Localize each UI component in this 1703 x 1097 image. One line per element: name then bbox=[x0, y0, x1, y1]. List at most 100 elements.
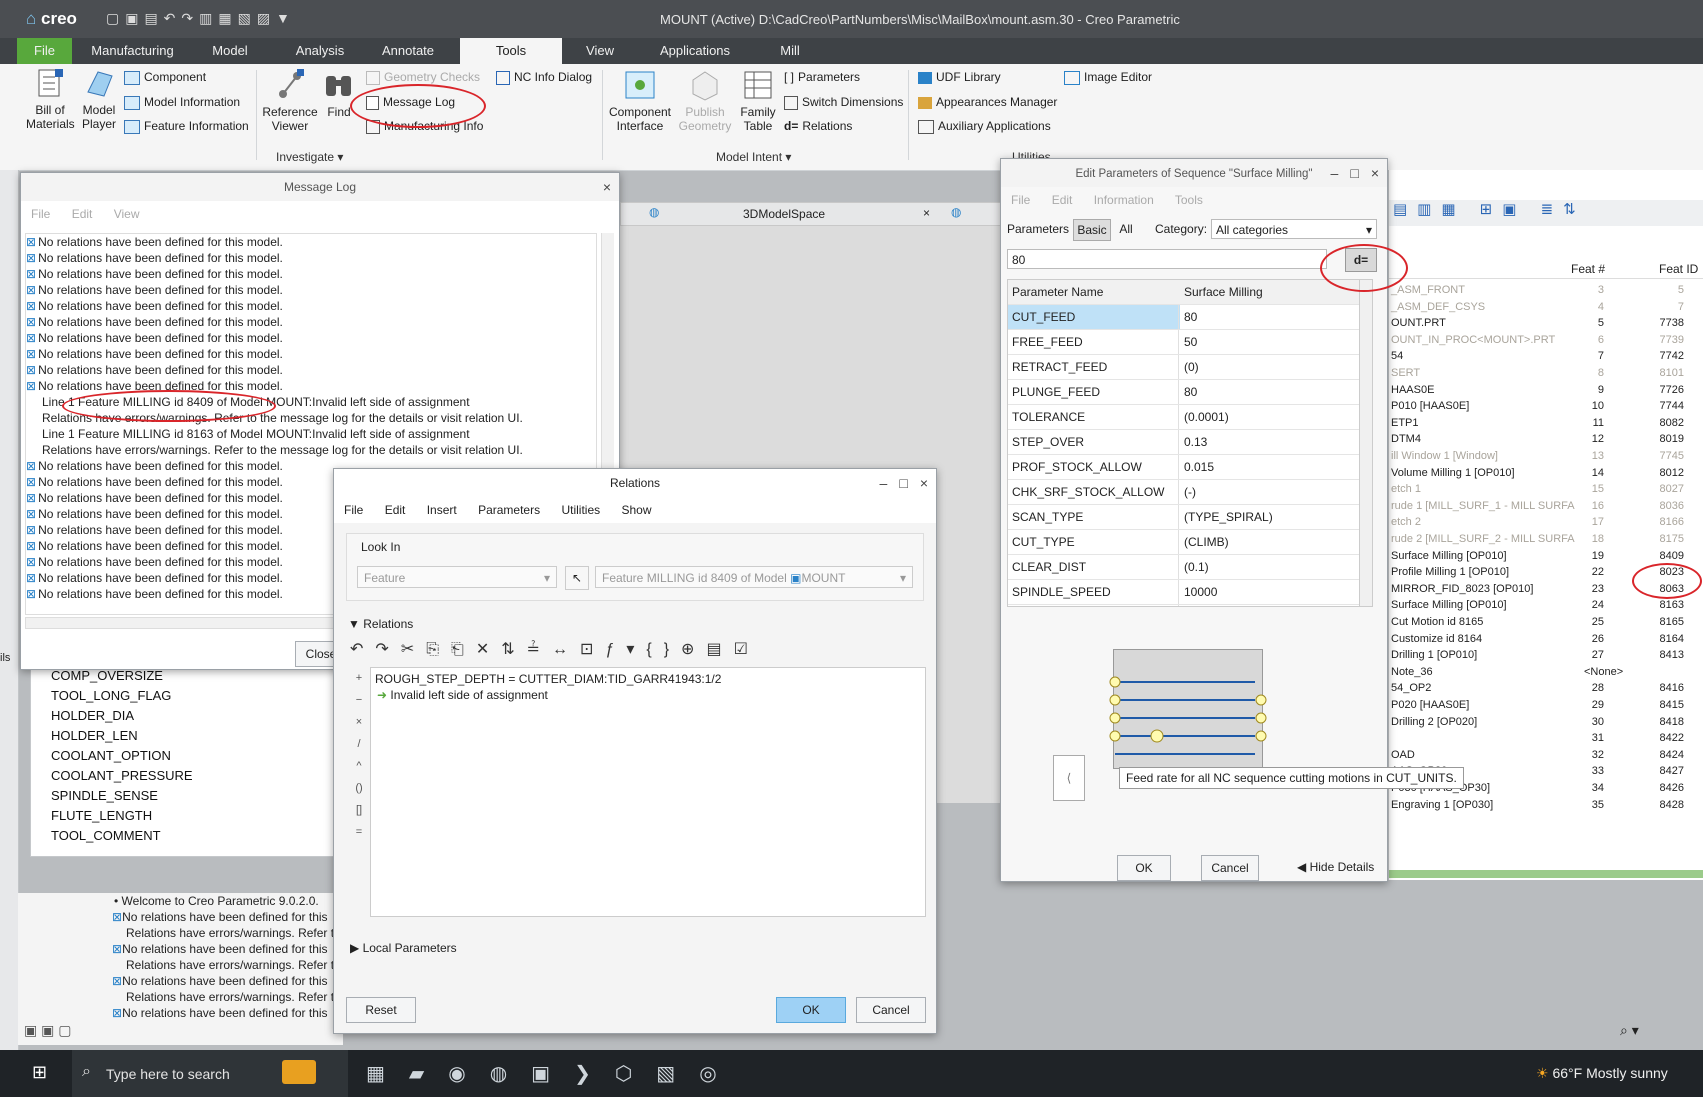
component-button[interactable]: Component bbox=[124, 70, 206, 85]
relations-toolbar[interactable]: ↶↷✂⎘⎗✕⇅≟↔⊡ƒ▾{}⊕▤☑ bbox=[350, 639, 760, 659]
menu-edit[interactable]: Edit bbox=[1052, 193, 1073, 207]
publish-geometry-button[interactable]: Publish Geometry bbox=[676, 68, 734, 133]
tree-row[interactable]: 54_OP2 28 8416 bbox=[1389, 679, 1689, 697]
investigate-group-label[interactable]: Investigate ▾ bbox=[276, 150, 343, 164]
tab-tools[interactable]: Tools bbox=[460, 38, 562, 64]
bill-of-materials-button[interactable]: Bill of Materials bbox=[26, 68, 75, 131]
status-icons[interactable]: ▣ ▣ ▢ bbox=[24, 1022, 71, 1039]
col-feat-id[interactable]: Feat ID bbox=[1659, 260, 1698, 278]
relations-button[interactable]: d= Relations bbox=[784, 119, 852, 133]
tree-row[interactable]: _ASM_FRONT 3 5 bbox=[1389, 281, 1689, 299]
basic-toggle[interactable]: Basic bbox=[1073, 219, 1111, 241]
menu-parameters[interactable]: Parameters bbox=[478, 503, 540, 517]
quick-access-toolbar[interactable]: ▢▣▤↶↷▥▦▧▨▼ bbox=[106, 10, 296, 27]
taskbar-apps[interactable]: ▦▰◉◍▣❯⬡▧◎ bbox=[366, 1061, 741, 1086]
geometry-checks-button[interactable]: Geometry Checks bbox=[366, 70, 480, 85]
cancel-button[interactable]: Cancel bbox=[1201, 855, 1259, 881]
table-row[interactable]: CUT_TYPE (CLIMB) bbox=[1008, 530, 1360, 555]
tab-file[interactable]: File bbox=[17, 38, 72, 64]
tree-row[interactable]: Cut Motion id 8165 25 8165 bbox=[1389, 613, 1689, 631]
workspace-tab-close-icon[interactable]: × bbox=[923, 206, 930, 220]
close-icon[interactable]: × bbox=[1371, 165, 1379, 181]
param-value-cell[interactable]: (0.0001) bbox=[1184, 405, 1229, 429]
close-icon[interactable]: × bbox=[920, 475, 928, 491]
tree-row[interactable]: HAAS0E 9 7726 bbox=[1389, 381, 1689, 399]
tree-row[interactable]: P010 [HAAS0E] 10 7744 bbox=[1389, 397, 1689, 415]
param-value-cell[interactable]: (TYPE_SPIRAL) bbox=[1184, 505, 1273, 529]
param-value-cell[interactable]: ON bbox=[1184, 605, 1202, 606]
family-table-button[interactable]: Family Table bbox=[736, 68, 780, 133]
menu-file[interactable]: File bbox=[1011, 193, 1030, 207]
table-row[interactable]: CUT_FEED 80 bbox=[1008, 305, 1360, 330]
table-row[interactable]: STEP_OVER 0.13 bbox=[1008, 430, 1360, 455]
reset-button[interactable]: Reset bbox=[346, 997, 416, 1023]
value-input[interactable]: 80 bbox=[1007, 249, 1327, 269]
tree-row[interactable]: P020 [HAAS0E] 29 8415 bbox=[1389, 696, 1689, 714]
tab-mill[interactable]: Mill bbox=[765, 38, 815, 64]
param-item[interactable]: HOLDER_LEN bbox=[51, 726, 193, 746]
tree-row[interactable]: ill Window 1 [Window] 13 7745 bbox=[1389, 447, 1689, 465]
menu-view[interactable]: View bbox=[114, 207, 140, 221]
menu-edit[interactable]: Edit bbox=[72, 207, 93, 221]
all-toggle[interactable]: All bbox=[1111, 219, 1141, 239]
menu-file[interactable]: File bbox=[344, 503, 363, 517]
start-button[interactable]: ⊞ bbox=[32, 1062, 47, 1083]
maximize-icon[interactable]: □ bbox=[899, 475, 907, 491]
param-value-cell[interactable]: 0.015 bbox=[1184, 455, 1214, 479]
tree-row[interactable]: DTM4 12 8019 bbox=[1389, 430, 1689, 448]
param-value-cell[interactable]: (-) bbox=[1184, 480, 1196, 504]
model-intent-group-label[interactable]: Model Intent ▾ bbox=[716, 150, 791, 164]
param-item[interactable]: TOOL_COMMENT bbox=[51, 826, 193, 846]
tree-scrollbar[interactable] bbox=[1389, 870, 1703, 878]
model-information-button[interactable]: Model Information bbox=[124, 95, 240, 110]
parameter-table-scrollbar[interactable] bbox=[1359, 279, 1373, 607]
param-value-cell[interactable]: 0.13 bbox=[1184, 430, 1207, 454]
menu-utilities[interactable]: Utilities bbox=[561, 503, 600, 517]
tree-row[interactable]: Surface Milling [OP010] 24 8163 bbox=[1389, 596, 1689, 614]
udf-library-button[interactable]: UDF Library bbox=[918, 70, 1001, 84]
menu-insert[interactable]: Insert bbox=[427, 503, 457, 517]
close-icon[interactable]: × bbox=[603, 173, 611, 201]
model-player-button[interactable]: Model Player bbox=[78, 68, 120, 131]
appearances-manager-button[interactable]: Appearances Manager bbox=[918, 95, 1057, 109]
menu-tools[interactable]: Tools bbox=[1175, 193, 1203, 207]
menu-edit[interactable]: Edit bbox=[385, 503, 406, 517]
component-interface-button[interactable]: Component Interface bbox=[606, 68, 674, 133]
minimize-icon[interactable]: – bbox=[1331, 165, 1339, 181]
param-value-cell[interactable]: 50 bbox=[1184, 330, 1197, 354]
model-tree-toolbar[interactable]: ▤▥▦ ⊞▣ ≣⇅ bbox=[1389, 200, 1703, 226]
view-direction-icon[interactable]: ⟨ bbox=[1053, 755, 1085, 801]
param-value-cell[interactable]: (0.1) bbox=[1184, 555, 1209, 579]
switch-dimensions-button[interactable]: Switch Dimensions bbox=[784, 95, 903, 110]
tree-row[interactable]: _ASM_DEF_CSYS 4 7 bbox=[1389, 298, 1689, 316]
table-row[interactable]: PROF_STOCK_ALLOW 0.015 bbox=[1008, 455, 1360, 480]
look-in-feature-select[interactable]: Feature MILLING id 8409 of Model ▣MOUNT ▾ bbox=[595, 566, 913, 588]
tree-row[interactable]: Note_36 <None> bbox=[1389, 663, 1689, 681]
tree-row[interactable]: OUNT_IN_PROC<MOUNT>.PRT 6 7739 bbox=[1389, 331, 1689, 349]
find-button[interactable]: Find bbox=[322, 68, 356, 119]
tab-annotate[interactable]: Annotate bbox=[367, 38, 449, 64]
tree-row[interactable]: Surface Milling [OP010] 19 8409 bbox=[1389, 547, 1689, 565]
table-row[interactable]: CHK_SRF_STOCK_ALLOW (-) bbox=[1008, 480, 1360, 505]
param-value-cell[interactable]: 10000 bbox=[1184, 580, 1217, 604]
param-value-cell[interactable]: 80 bbox=[1184, 380, 1197, 404]
tree-row[interactable]: 54 7 7742 bbox=[1389, 347, 1689, 365]
tab-view[interactable]: View bbox=[575, 38, 625, 64]
relation-code-line[interactable]: ROUGH_STEP_DEPTH = CUTTER_DIAM:TID_GARR4… bbox=[375, 672, 721, 686]
image-editor-button[interactable]: Image Editor bbox=[1064, 70, 1152, 85]
workspace-tab-label[interactable]: 3DModelSpace bbox=[743, 207, 825, 221]
col-feat-num[interactable]: Feat # bbox=[1571, 260, 1605, 278]
relations-editor[interactable]: ROUGH_STEP_DEPTH = CUTTER_DIAM:TID_GARR4… bbox=[370, 667, 926, 917]
ok-button[interactable]: OK bbox=[776, 997, 846, 1023]
table-row[interactable]: SPINDLE_SPEED 10000 bbox=[1008, 580, 1360, 605]
auxiliary-applications-button[interactable]: Auxiliary Applications bbox=[918, 119, 1051, 134]
table-row[interactable]: RETRACT_FEED (0) bbox=[1008, 355, 1360, 380]
taskbar-search[interactable]: ⌕ Type here to search bbox=[72, 1050, 348, 1097]
tab-analysis[interactable]: Analysis bbox=[280, 38, 360, 64]
select-pointer-icon[interactable]: ↖ bbox=[565, 566, 589, 590]
relations-section-header[interactable]: ▼ Relations bbox=[348, 617, 413, 631]
ok-button[interactable]: OK bbox=[1117, 855, 1171, 881]
hide-details-button[interactable]: ◀ Hide Details bbox=[1297, 860, 1374, 874]
param-item[interactable]: SPINDLE_SENSE bbox=[51, 786, 193, 806]
param-value-cell[interactable]: 80 bbox=[1184, 305, 1197, 329]
